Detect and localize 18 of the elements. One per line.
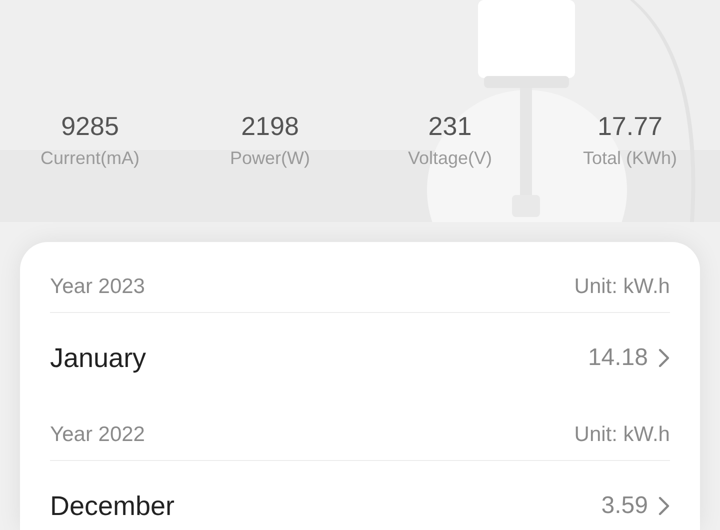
year-heading: Year 2022 [50, 422, 145, 448]
month-label[interactable]: December [50, 486, 175, 526]
month-label[interactable]: January [50, 338, 146, 378]
stat-label: Total (KWh) [582, 147, 678, 170]
stat-value: 2198 [241, 110, 299, 142]
stat-value: 17.77 [597, 110, 663, 142]
stat-label: Power(W) [230, 147, 310, 170]
energy-value: 14.18 [588, 343, 648, 373]
unit-label: Unit: kW.h [574, 422, 670, 448]
stat-label: Voltage(V) [408, 147, 492, 170]
chevron-right-icon[interactable] [658, 496, 670, 516]
unit-label: Unit: kW.h [574, 274, 670, 300]
chevron-right-icon[interactable] [658, 348, 670, 368]
energy-value: 3.59 [601, 491, 648, 521]
stat-label: Current(mA) [40, 147, 140, 170]
year-heading: Year 2023 [50, 274, 145, 300]
stat-value: 9285 [61, 110, 119, 142]
stat-value: 231 [428, 110, 472, 142]
